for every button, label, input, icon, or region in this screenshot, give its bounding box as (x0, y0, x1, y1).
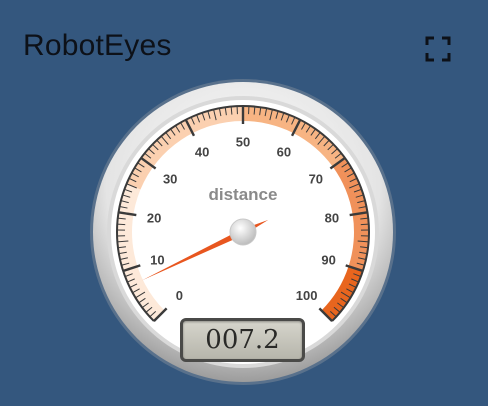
gauge-tick-label: 0 (176, 288, 183, 303)
value-display: 007.2 (180, 318, 305, 362)
gauge-tick-label: 10 (150, 252, 164, 267)
gauge-tick-label: 40 (195, 144, 209, 159)
gauge-tick-label: 60 (277, 144, 291, 159)
gauge-tick-label: 50 (236, 135, 250, 150)
needle-cap (229, 218, 257, 246)
gauge-minor-tick (117, 223, 126, 226)
gauge-tick-label: 30 (163, 172, 177, 187)
gauge-tick-label: 20 (147, 210, 161, 225)
gauge-tick-label: 100 (296, 288, 318, 303)
gauge-tick-label: 90 (321, 252, 335, 267)
gauge-tick-label: 80 (325, 210, 339, 225)
gauge-title: distance (209, 185, 278, 204)
gauge-tick-label: 70 (309, 172, 323, 187)
gauge-minor-tick (360, 223, 369, 226)
